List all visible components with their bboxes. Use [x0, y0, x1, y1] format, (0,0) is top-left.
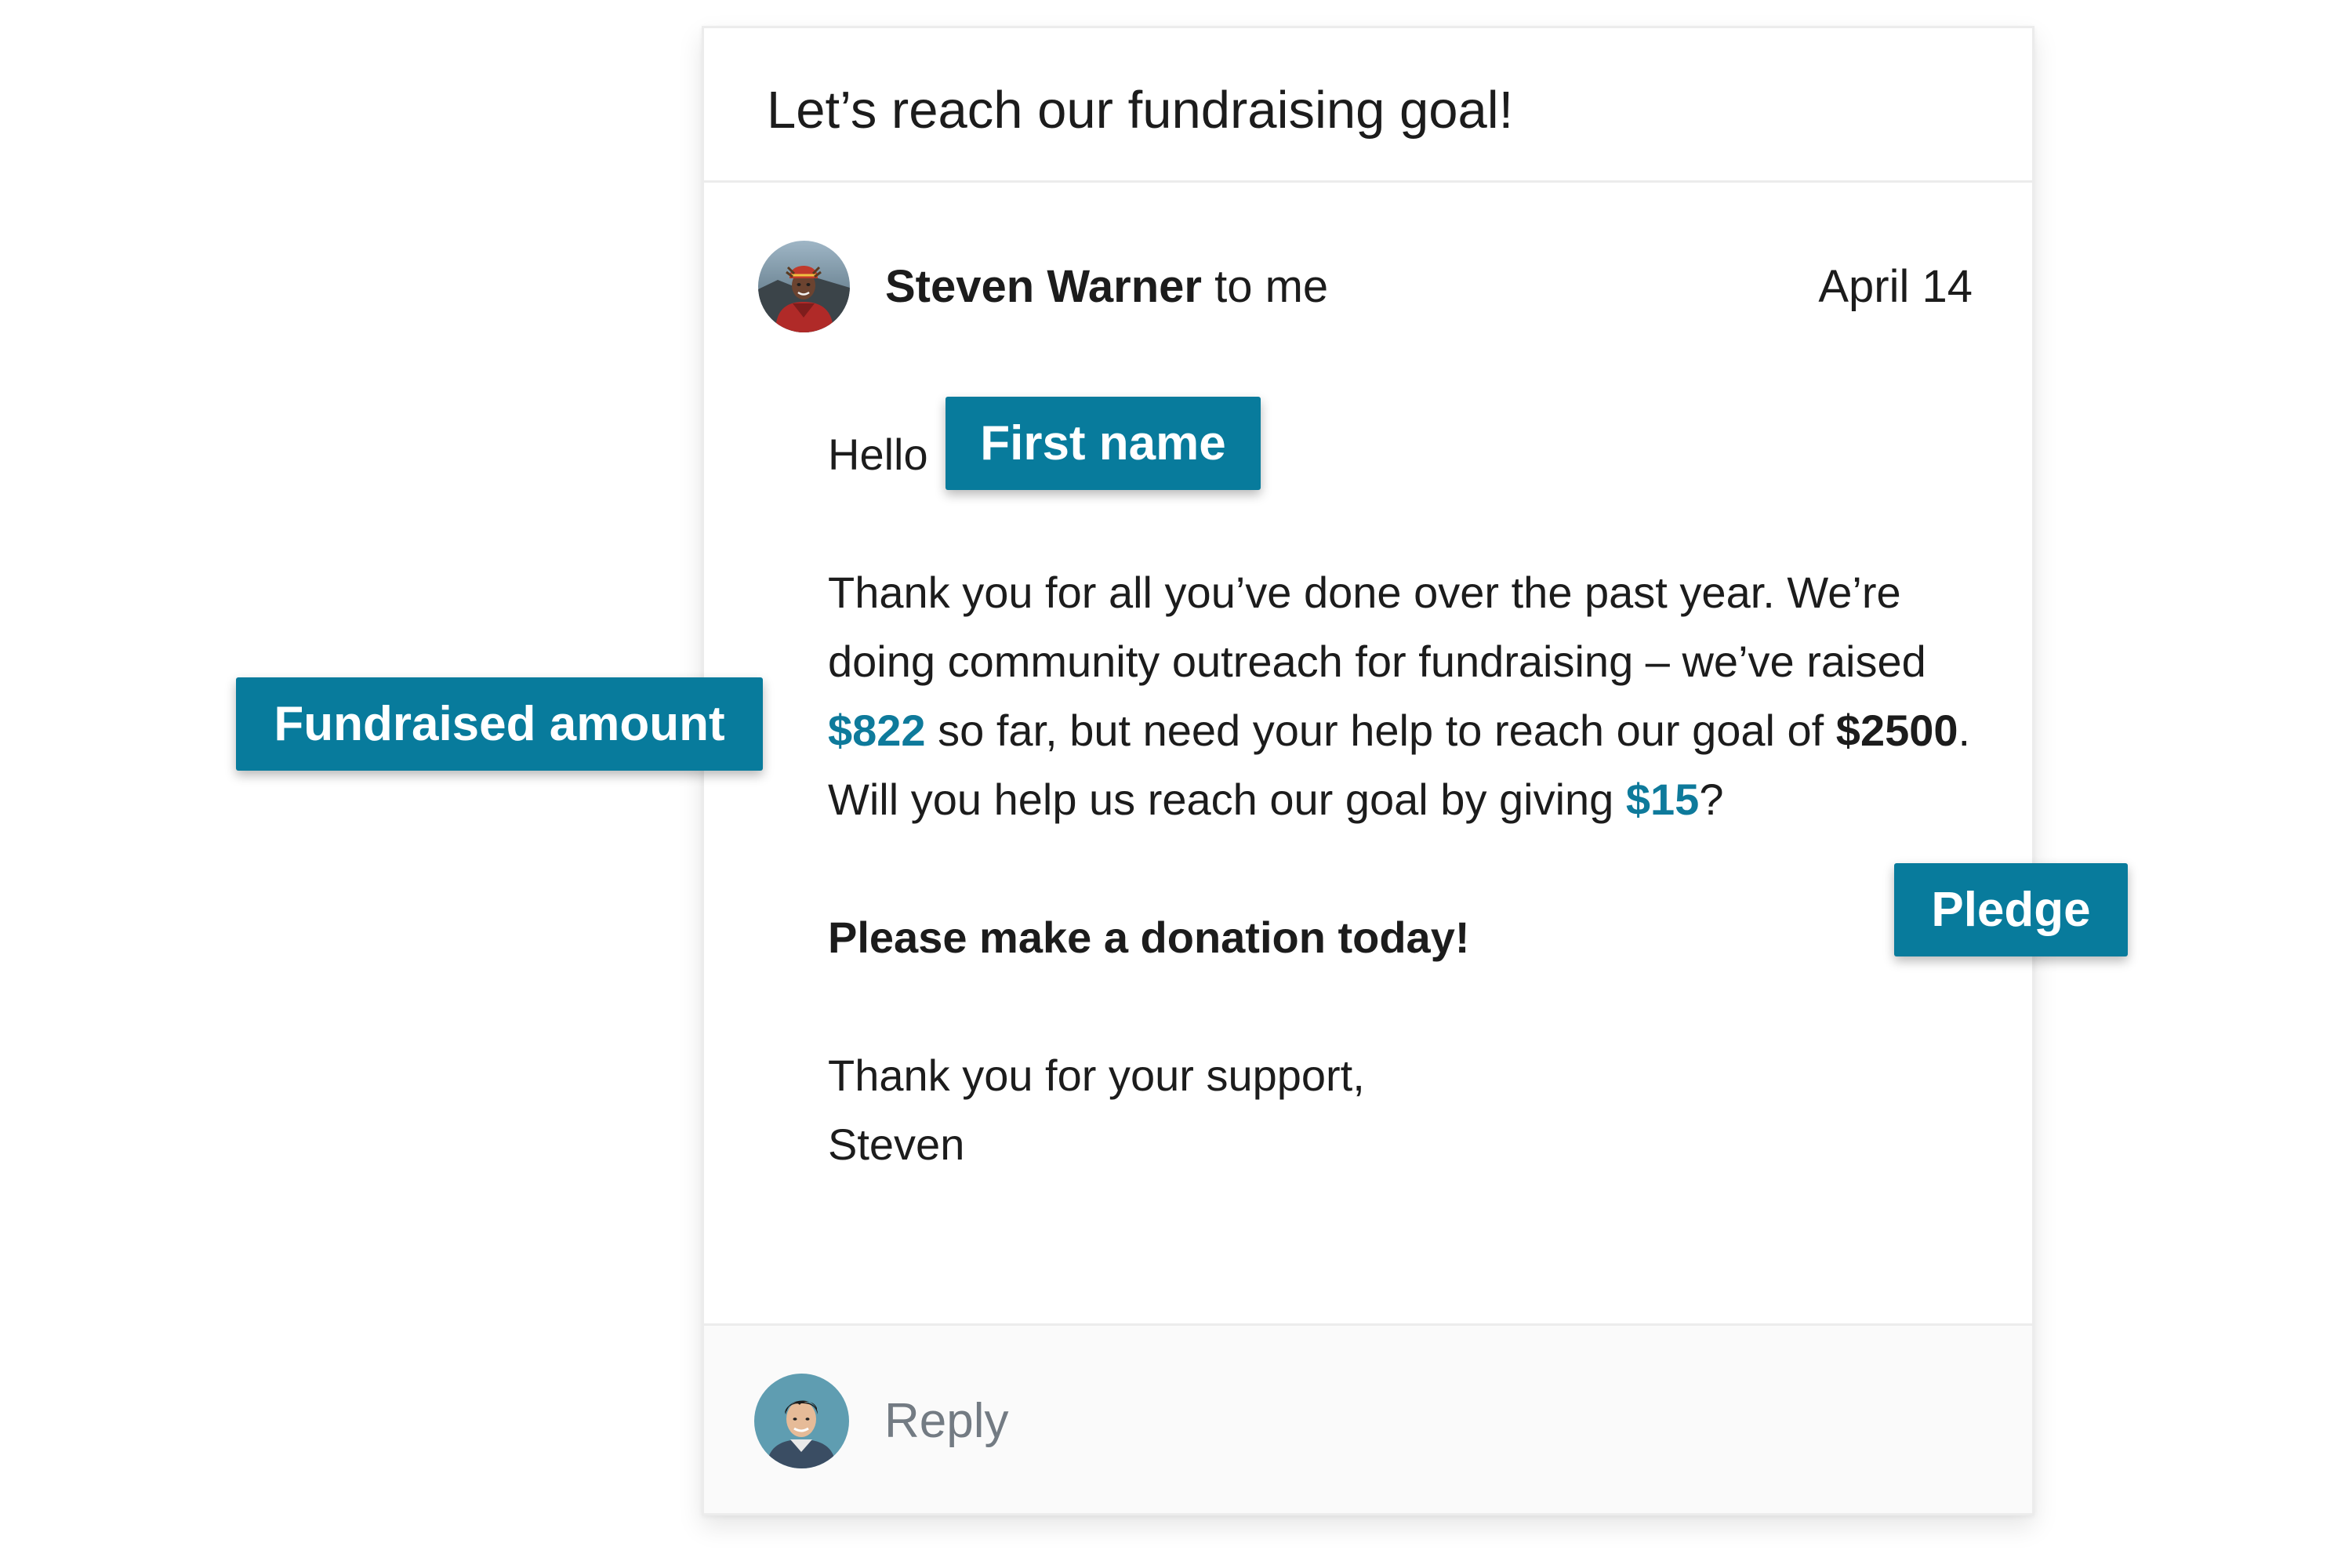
raised-amount: $822 [828, 706, 926, 755]
pledge-amount: $15 [1625, 775, 1700, 824]
stage: Let’s reach our fundraising goal! Steven… [0, 0, 2352, 1568]
email-subject: Let’s reach our fundraising goal! [767, 81, 1514, 140]
email-body: Hello Thank you for all you’ve done over… [828, 420, 1988, 1179]
sender-avatar[interactable] [758, 241, 850, 332]
body-text-1: Thank you for all you’ve done over the p… [828, 568, 1926, 686]
signature: Steven [828, 1120, 965, 1169]
goal-amount: $2500 [1835, 706, 1958, 755]
sender-name[interactable]: Steven Warner [885, 261, 1202, 312]
reply-input[interactable]: Reply [884, 1392, 1009, 1450]
email-date: April 14 [1818, 261, 1973, 312]
fundraised-amount-tag[interactable]: Fundraised amount [236, 677, 763, 771]
pledge-tag[interactable]: Pledge [1894, 863, 2128, 956]
recipient-text: to me [1202, 261, 1329, 312]
email-card: Let’s reach our fundraising goal! Steven… [702, 26, 2034, 1515]
call-to-action: Please make a donation today! [828, 913, 1470, 962]
reply-avatar-photo-icon [754, 1374, 849, 1468]
sender-avatar-photo-icon [758, 241, 850, 332]
body-paragraph: Thank you for all you’ve done over the p… [828, 558, 1988, 834]
sender-line: Steven Warner to me [885, 260, 1328, 314]
greeting-text: Hello [828, 430, 928, 479]
first-name-tag[interactable]: First name [946, 397, 1261, 490]
reply-bar[interactable]: Reply [704, 1323, 2032, 1513]
subject-bar: Let’s reach our fundraising goal! [704, 28, 2032, 183]
body-text-4: ? [1699, 775, 1724, 824]
body-text-2: so far, but need your help to reach our … [925, 706, 1836, 755]
reply-avatar [754, 1374, 849, 1468]
signoff: Thank you for your support, [828, 1051, 1365, 1100]
